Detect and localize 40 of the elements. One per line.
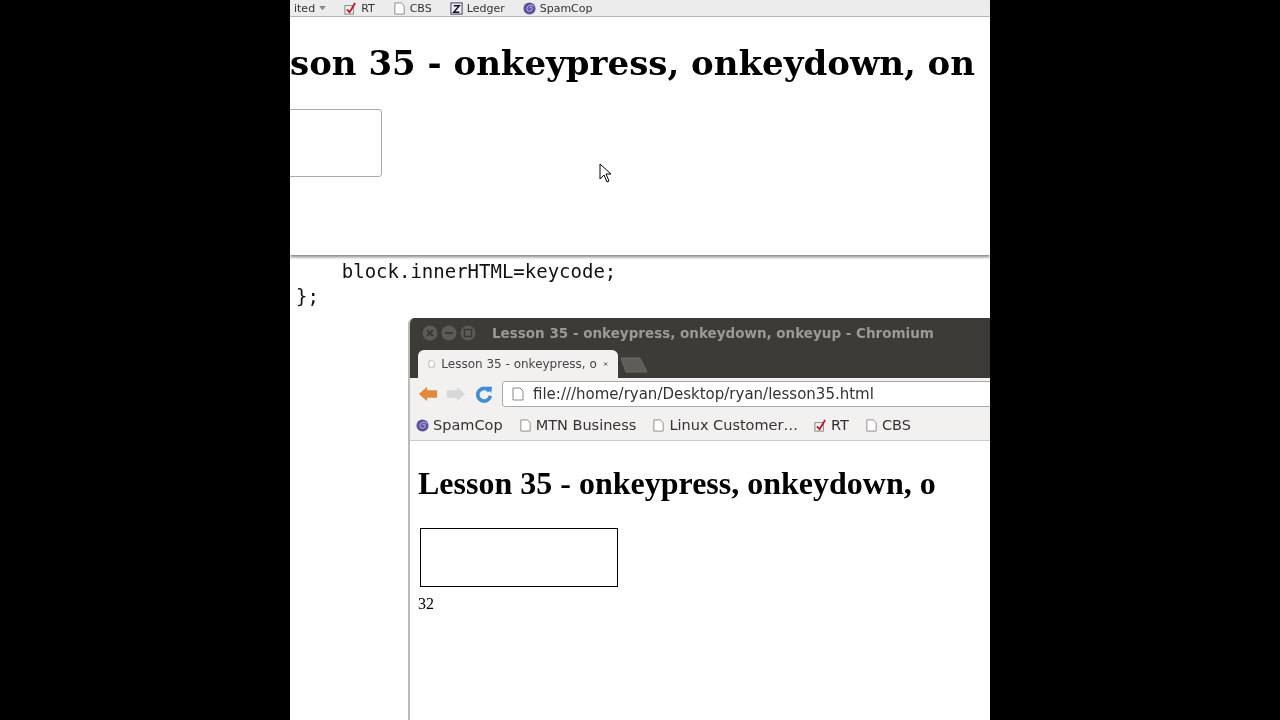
- page-heading: son 35 - onkeypress, onkeydown, on: [290, 43, 976, 83]
- bookmark[interactable]: ited: [294, 1, 327, 15]
- bookmark[interactable]: CBS: [392, 1, 432, 15]
- letter-icon: [449, 1, 463, 15]
- page-heading: Lesson 35 - onkeypress, onkeydown, o: [418, 465, 937, 502]
- maximize-icon[interactable]: [460, 325, 476, 341]
- window-title: Lesson 35 - onkeypress, onkeydown, onkeyup - Chromium: [492, 325, 934, 341]
- mouse-cursor-icon: [599, 163, 611, 183]
- page-icon: [864, 418, 878, 432]
- browser-tab[interactable]: Lesson 35 - onkeypress, o: [418, 350, 618, 378]
- close-icon[interactable]: [422, 325, 438, 341]
- page-icon: [392, 1, 406, 15]
- bookmark[interactable]: Ledger: [449, 1, 505, 15]
- page-icon: [428, 357, 436, 371]
- key-code-output: 32: [418, 595, 435, 613]
- bookmark[interactable]: Linux Customer…: [652, 417, 798, 433]
- close-icon[interactable]: [602, 359, 608, 369]
- minimize-icon[interactable]: [441, 325, 457, 341]
- text-area[interactable]: [420, 528, 618, 587]
- bookmark[interactable]: SpamCop: [416, 417, 503, 433]
- page-icon: [518, 418, 532, 432]
- reload-icon[interactable]: [474, 385, 494, 403]
- bookmark[interactable]: CBS: [864, 417, 911, 433]
- address-bar[interactable]: file:///home/ryan/Desktop/ryan/lesson35.html: [502, 381, 990, 407]
- bookmark[interactable]: SpamCop: [522, 1, 593, 15]
- checkmark-icon: [814, 418, 827, 432]
- code-line: };: [296, 284, 320, 309]
- bookmark[interactable]: MTN Business: [518, 417, 637, 433]
- spiral-icon: [522, 1, 536, 15]
- bookmark[interactable]: RT: [344, 1, 375, 15]
- spiral-icon: [416, 418, 429, 432]
- page-icon: [511, 387, 525, 401]
- caret-icon: [319, 5, 327, 11]
- back-arrow-icon[interactable]: [418, 385, 438, 403]
- bookmark[interactable]: RT: [814, 417, 849, 433]
- checkmark-icon: [344, 1, 358, 15]
- new-tab-button[interactable]: [620, 357, 648, 373]
- code-line: block.innerHTML=keycode;: [340, 259, 618, 284]
- page-icon: [652, 418, 666, 432]
- forward-arrow-icon[interactable]: [446, 385, 466, 403]
